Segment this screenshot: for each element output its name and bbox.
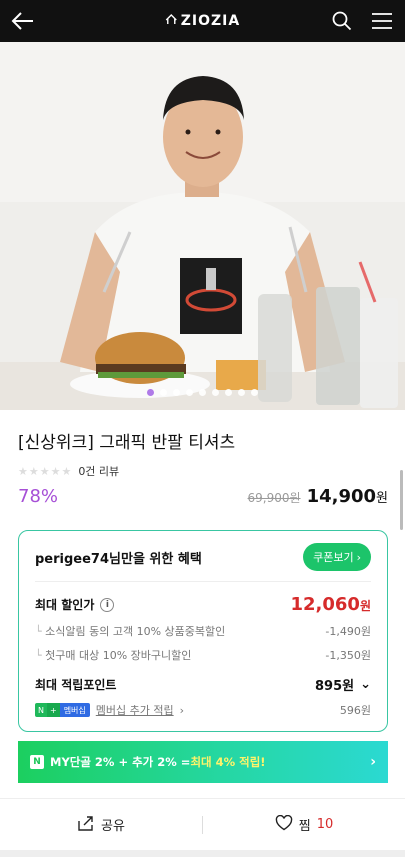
coupon-button[interactable]: 쿠폰보기 › <box>303 543 371 571</box>
membership-link[interactable]: 멤버십 추가 적립 <box>96 702 174 718</box>
top-bar: ZIOZIA <box>0 0 405 42</box>
max-points-label: 최대 적립포인트 <box>35 678 117 692</box>
carousel-dot[interactable] <box>186 389 193 396</box>
menu-icon[interactable] <box>369 8 395 34</box>
discount-rate: 78% <box>18 486 59 507</box>
home-icon <box>165 13 177 29</box>
max-discount-value: 12,060원 <box>290 594 371 615</box>
share-icon <box>77 815 95 835</box>
max-points-value: 895원 ⌄ <box>314 677 371 694</box>
chevron-right-icon: › <box>370 754 376 770</box>
carousel-dot[interactable] <box>238 389 245 396</box>
membership-row[interactable]: N + 멤버십 멤버십 추가 적립 › 596원 <box>35 702 371 718</box>
carousel-dot[interactable] <box>225 389 232 396</box>
discount-item: 첫구매 대상 10% 장바구니할인 -1,350원 <box>35 647 371 663</box>
rating-row[interactable]: ★★★★★ 0건 리뷰 <box>18 463 388 479</box>
scrollbar[interactable] <box>400 470 403 530</box>
review-count: 0건 리뷰 <box>78 465 120 478</box>
info-icon[interactable]: i <box>100 597 115 612</box>
star-rating-icon: ★★★★★ <box>18 464 73 478</box>
carousel-dot[interactable] <box>251 389 258 396</box>
carousel-dot[interactable] <box>212 389 219 396</box>
wish-count: 10 <box>316 817 334 832</box>
price-row: 78% 69,900원 14,900원 <box>18 486 388 507</box>
original-price: 69,900원 <box>247 491 301 505</box>
benefit-box: perigee74님만을 위한 혜택 쿠폰보기 › 최대 할인가 i 12,060원… <box>18 530 388 732</box>
heart-icon <box>275 814 293 835</box>
naver-membership-badge: N + 멤버십 <box>35 703 90 717</box>
chevron-down-icon: ⌄ <box>360 677 371 692</box>
bottom-divider <box>0 850 405 857</box>
brand-name: ZIOZIA <box>180 13 241 29</box>
final-price: 14,900원 <box>306 486 388 507</box>
benefit-title: perigee74님만을 위한 혜택 <box>35 551 202 567</box>
my-dangol-banner[interactable]: N MY단골 2% + 추가 2% = 최대 4% 적립! › <box>18 741 388 783</box>
product-title: [신상위크] 그래픽 반팔 티셔츠 <box>18 433 236 453</box>
chevron-right-icon: › <box>179 703 185 717</box>
chevron-right-icon: › <box>356 550 361 564</box>
points-row[interactable]: 최대 적립포인트 895원 ⌄ <box>35 675 371 694</box>
membership-points: 596원 <box>339 704 371 717</box>
carousel-dot[interactable] <box>199 389 206 396</box>
product-photo <box>0 42 405 410</box>
share-button[interactable]: 공유 <box>0 815 202 835</box>
discount-item: 소식알림 동의 고객 10% 상품중복할인 -1,490원 <box>35 623 371 639</box>
back-arrow-icon[interactable] <box>10 8 36 34</box>
product-image-carousel[interactable] <box>0 42 405 410</box>
bottom-action-bar: 공유 찜 10 <box>0 798 405 850</box>
carousel-dot[interactable] <box>147 389 154 396</box>
carousel-dot[interactable] <box>160 389 167 396</box>
brand-logo[interactable]: ZIOZIA <box>165 13 240 29</box>
carousel-dots <box>0 389 405 396</box>
carousel-dot[interactable] <box>173 389 180 396</box>
naver-n-icon: N <box>30 755 44 769</box>
search-icon[interactable] <box>329 8 355 34</box>
wish-button[interactable]: 찜 10 <box>203 814 405 835</box>
product-info: [신상위크] 그래픽 반팔 티셔츠 ★★★★★ 0건 리뷰 <box>18 428 388 479</box>
max-discount-label: 최대 할인가 i <box>35 596 115 613</box>
